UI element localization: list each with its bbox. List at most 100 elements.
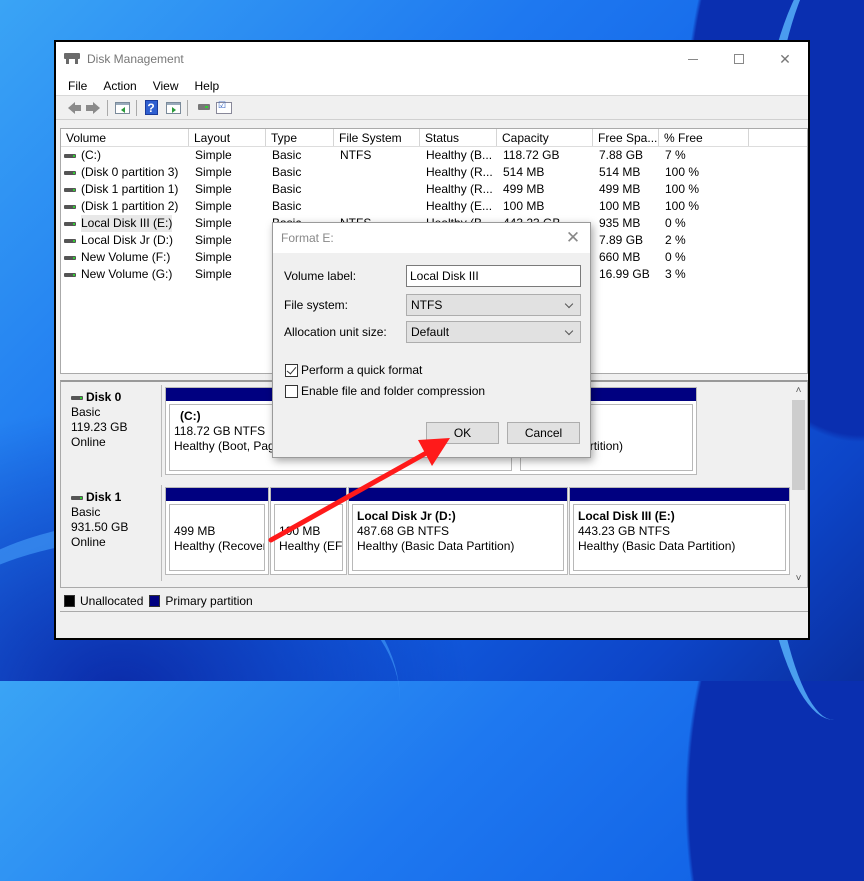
window-title: Disk Management bbox=[87, 52, 184, 66]
properties-icon bbox=[216, 100, 232, 114]
cell-percent-free: 7 % bbox=[665, 148, 686, 162]
back-button[interactable] bbox=[60, 98, 82, 118]
cell-layout: Simple bbox=[195, 165, 232, 179]
disk-name: Disk 1 bbox=[86, 490, 122, 504]
cell-capacity: 499 MB bbox=[503, 182, 545, 196]
disk-type: Basic bbox=[71, 505, 101, 519]
show-hide-action-pane-button[interactable] bbox=[162, 98, 184, 118]
column-header-type[interactable]: Type bbox=[266, 129, 334, 146]
show-hide-console-tree-button[interactable] bbox=[111, 98, 133, 118]
cell-free-space: 100 MB bbox=[599, 199, 641, 213]
disk-size: 931.50 GB bbox=[71, 520, 129, 534]
help-button[interactable]: ? bbox=[140, 98, 162, 118]
partition-body: Local Disk III (E:) 443.23 GB NTFS Healt… bbox=[573, 504, 786, 571]
cell-file-system bbox=[334, 164, 420, 181]
legend-label: Primary partition bbox=[165, 593, 253, 608]
cell-type: Basic bbox=[272, 199, 302, 213]
scroll-thumb[interactable] bbox=[792, 400, 805, 490]
quick-format-row[interactable]: Perform a quick format bbox=[285, 363, 422, 377]
volume-label-input[interactable] bbox=[406, 265, 581, 287]
partition-bar bbox=[166, 488, 268, 501]
close-button[interactable]: ✕ bbox=[762, 42, 808, 76]
toolbar-separator bbox=[107, 99, 108, 116]
cell-free-space: 499 MB bbox=[599, 182, 641, 196]
disk-name: Disk 0 bbox=[86, 390, 122, 404]
cell-layout: Simple bbox=[195, 250, 232, 264]
cell-capacity: 100 MB bbox=[503, 199, 545, 213]
disk-info[interactable]: Disk 1 Basic 931.50 GB Online bbox=[64, 485, 162, 581]
volume-icon bbox=[64, 204, 76, 209]
menu-view[interactable]: View bbox=[145, 79, 187, 93]
allocation-unit-label: Allocation unit size: bbox=[284, 325, 387, 339]
cell-layout: Simple bbox=[195, 233, 232, 247]
volume-label-row: Volume label: bbox=[284, 265, 581, 287]
dialog-title: Format E: bbox=[281, 231, 334, 245]
compression-row[interactable]: Enable file and folder compression bbox=[285, 384, 485, 398]
scroll-down-button[interactable]: ˅ bbox=[790, 570, 807, 587]
partition-block[interactable]: Local Disk Jr (D:) 487.68 GB NTFS Health… bbox=[348, 487, 568, 575]
properties-button[interactable] bbox=[213, 98, 235, 118]
partition-body: 100 MB Healthy (EFI System Partition) bbox=[274, 504, 343, 571]
menu-file[interactable]: File bbox=[60, 79, 95, 93]
column-header-status[interactable]: Status bbox=[420, 129, 497, 146]
menu-action[interactable]: Action bbox=[95, 79, 144, 93]
quick-format-checkbox[interactable] bbox=[285, 363, 298, 377]
column-header-percent-free[interactable]: % Free bbox=[659, 129, 749, 146]
compression-checkbox[interactable] bbox=[285, 384, 298, 398]
cell-capacity: 118.72 GB bbox=[503, 148, 560, 162]
volume-name-text: (C:) bbox=[81, 148, 101, 162]
volume-icon bbox=[64, 221, 76, 226]
column-header-free-space[interactable]: Free Spa... bbox=[593, 129, 659, 146]
cell-capacity: 514 MB bbox=[503, 165, 545, 179]
cancel-button[interactable]: Cancel bbox=[507, 422, 580, 444]
scroll-up-button[interactable]: ˄ bbox=[790, 382, 807, 399]
disk-icon bbox=[71, 395, 83, 400]
vertical-scrollbar[interactable]: ˄ ˅ bbox=[790, 382, 807, 587]
show-hide-action-pane-icon bbox=[165, 101, 181, 114]
ok-button[interactable]: OK bbox=[426, 422, 499, 444]
column-header-volume[interactable]: Volume bbox=[61, 129, 189, 146]
connect-button[interactable] bbox=[191, 98, 213, 118]
volume-row[interactable]: (C:) Simple Basic NTFS Healthy (B... 118.72 G… bbox=[61, 147, 807, 164]
chevron-down-icon bbox=[564, 326, 574, 335]
chevron-up-icon: ˄ bbox=[795, 385, 802, 396]
cell-type: Basic bbox=[272, 148, 302, 162]
column-header-capacity[interactable]: Capacity bbox=[497, 129, 593, 146]
partition-size: 443.23 GB NTFS bbox=[578, 524, 671, 538]
volume-name-text: (Disk 1 partition 1) bbox=[81, 182, 179, 196]
partition-name bbox=[174, 509, 264, 524]
minimize-icon bbox=[688, 58, 698, 60]
file-system-select[interactable]: NTFS bbox=[406, 294, 581, 316]
cell-percent-free: 0 % bbox=[665, 250, 686, 264]
partition-status: Healthy (Basic Data Partition) bbox=[578, 539, 736, 553]
cell-volume-name: New Volume (F:) bbox=[61, 249, 189, 266]
column-header-file-system[interactable]: File System bbox=[334, 129, 420, 146]
forward-button[interactable] bbox=[82, 98, 104, 118]
partition-block[interactable]: Local Disk III (E:) 443.23 GB NTFS Healt… bbox=[569, 487, 790, 575]
partition-block[interactable]: 100 MB Healthy (EFI System Partition) bbox=[270, 487, 347, 575]
compression-label: Enable file and folder compression bbox=[301, 384, 486, 398]
cell-volume-name: (Disk 1 partition 1) bbox=[61, 181, 189, 198]
cell-layout: Simple bbox=[195, 216, 232, 230]
column-header-layout[interactable]: Layout bbox=[189, 129, 266, 146]
partition-size: 487.68 GB NTFS bbox=[357, 524, 450, 538]
dialog-close-button[interactable]: ✕ bbox=[556, 223, 590, 253]
volume-row[interactable]: (Disk 1 partition 2) Simple Basic Healthy (… bbox=[61, 198, 807, 215]
allocation-unit-select[interactable]: Default bbox=[406, 321, 581, 343]
disk-row: Disk 1 Basic 931.50 GB Online 499 MB Hea… bbox=[61, 482, 791, 581]
volume-name-text: New Volume (F:) bbox=[81, 250, 171, 264]
volume-icon bbox=[64, 272, 76, 277]
cell-type: Basic bbox=[272, 165, 302, 179]
volume-row[interactable]: (Disk 1 partition 1) Simple Basic Healthy (… bbox=[61, 181, 807, 198]
minimize-button[interactable] bbox=[670, 42, 716, 76]
cell-status: Healthy (R... bbox=[426, 165, 493, 179]
file-system-row: File system: NTFS bbox=[284, 294, 581, 316]
volume-row[interactable]: (Disk 0 partition 3) Simple Basic Healthy (… bbox=[61, 164, 807, 181]
disk-state: Online bbox=[71, 535, 106, 549]
maximize-button[interactable] bbox=[716, 42, 762, 76]
disk-info[interactable]: Disk 0 Basic 119.23 GB Online bbox=[64, 385, 162, 477]
partition-block[interactable]: 499 MB Healthy (Recovery Partition) bbox=[165, 487, 269, 575]
menu-help[interactable]: Help bbox=[187, 79, 228, 93]
partition-name bbox=[279, 509, 342, 524]
cell-percent-free: 0 % bbox=[665, 216, 686, 230]
